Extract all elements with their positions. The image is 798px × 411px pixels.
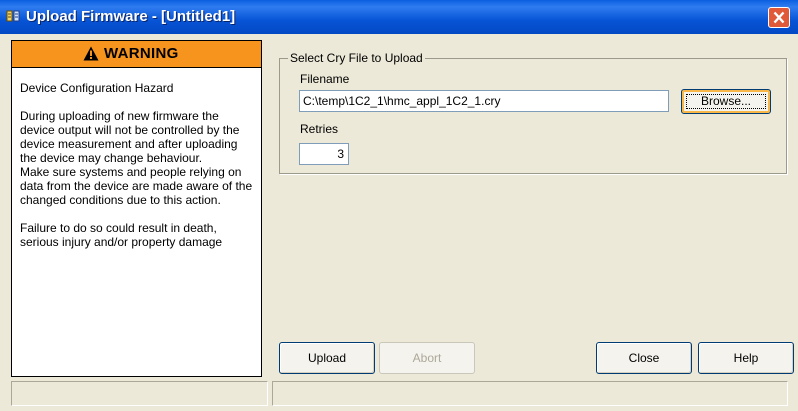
window-title: Upload Firmware - [Untitled1] [26, 8, 236, 25]
retries-input[interactable] [299, 143, 349, 165]
upload-button[interactable]: Upload [279, 342, 375, 374]
close-icon [773, 11, 785, 24]
close-button[interactable]: Close [596, 342, 692, 374]
status-bar-left [11, 381, 268, 406]
upload-firmware-window: Upload Firmware - [Untitled1] WARNING De… [0, 0, 798, 411]
abort-button[interactable]: Abort [379, 342, 475, 374]
window-close-button[interactable] [768, 7, 790, 28]
warning-triangle-icon [83, 46, 99, 61]
warning-paragraph-1: During uploading of new firmware the dev… [20, 109, 240, 165]
title-bar[interactable]: Upload Firmware - [Untitled1] [0, 0, 798, 34]
filename-input[interactable] [299, 90, 669, 112]
warning-paragraph-2: Make sure systems and people relying on … [20, 165, 253, 207]
firmware-tool-icon [6, 10, 20, 22]
help-button[interactable]: Help [698, 342, 794, 374]
browse-button-label: Browse... [700, 94, 751, 108]
browse-button[interactable]: Browse... [681, 89, 771, 114]
warning-panel: WARNING Device Configuration Hazard Duri… [11, 40, 262, 377]
warning-text: Device Configuration Hazard During uploa… [20, 81, 256, 249]
select-file-group: Select Cry File to Upload Filename Brows… [279, 51, 787, 174]
status-bar-right [272, 381, 788, 406]
warning-heading: Device Configuration Hazard [20, 81, 174, 95]
warning-header: WARNING [12, 41, 261, 68]
warning-title: WARNING [104, 45, 179, 62]
retries-label: Retries [300, 122, 339, 136]
filename-label: Filename [300, 72, 350, 86]
group-label: Select Cry File to Upload [288, 51, 425, 65]
warning-paragraph-3: Failure to do so could result in death, … [20, 221, 223, 249]
